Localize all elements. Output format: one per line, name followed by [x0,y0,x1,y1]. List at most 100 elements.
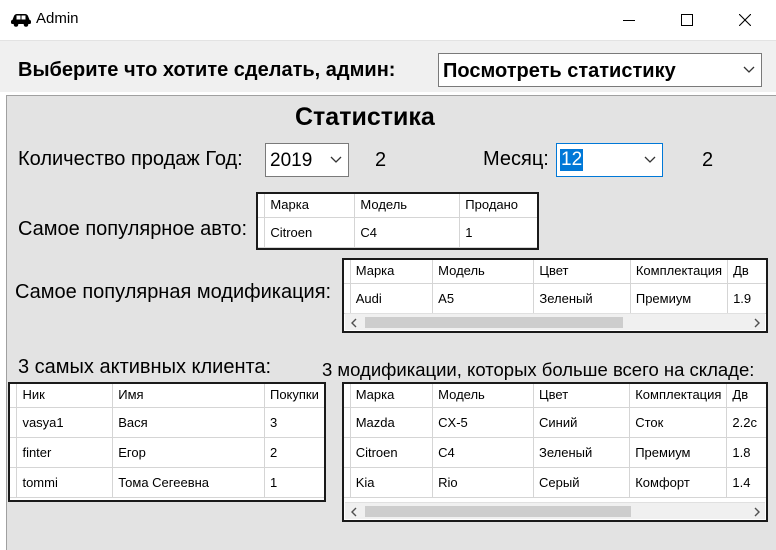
minimize-icon [623,20,635,21]
table-cell[interactable]: 2 [264,437,325,468]
month-dropdown[interactable]: 12 [556,143,663,177]
column-header[interactable]: Марка [350,259,434,284]
column-header[interactable]: Покупки [264,383,325,408]
column-header[interactable]: Продано [459,193,538,218]
table-cell[interactable]: Премиум [629,437,728,468]
chevron-down-icon [644,156,656,163]
row-header[interactable] [9,437,18,468]
table-cell[interactable]: A5 [432,283,535,314]
close-button[interactable] [716,0,774,40]
column-header[interactable]: Модель [432,383,535,408]
table-cell[interactable]: 2.2c [726,407,767,438]
table-row[interactable]: tommi Тома Сегеевна 1 [9,467,325,498]
table-cell[interactable]: Mazda [350,407,434,438]
table-cell[interactable]: finter [16,437,114,468]
table-cell[interactable]: Вася [112,407,265,438]
row-header[interactable] [9,467,18,498]
row-header[interactable] [343,467,351,498]
column-header[interactable]: Ник [16,383,114,408]
scroll-right-button[interactable] [748,314,765,331]
popular-mod-table: Марка Модель Цвет Комплектация Дв Audi A… [343,259,767,314]
row-header[interactable] [257,217,266,248]
table-cell[interactable]: tommi [16,467,114,498]
column-header[interactable]: Марка [264,193,356,218]
table-cell[interactable]: vasya1 [16,407,114,438]
column-header[interactable]: Комплектация [629,383,728,408]
table-cell[interactable]: Сток [629,407,728,438]
horizontal-scrollbar[interactable] [345,502,765,519]
year-dropdown[interactable]: 2019 [265,143,349,177]
table-cell[interactable]: 1.8 [726,437,767,468]
active-clients-label: 3 самых активных клиента: [18,356,272,378]
stock-mods-label: 3 модификации, которых больше всего на с… [322,359,755,380]
maximize-button[interactable] [658,0,716,40]
popular-car-label: Самое популярное авто: [18,218,248,240]
stock-mods-table: Марка Модель Цвет Комплектация Дв Mazda … [343,383,767,498]
active-clients-grid[interactable]: Ник Имя Покупки vasya1 Вася 3 finter Его… [8,382,326,502]
horizontal-scrollbar[interactable] [345,313,765,330]
scroll-thumb[interactable] [365,506,631,517]
row-header[interactable] [343,407,351,438]
column-header[interactable]: Марка [350,383,434,408]
column-header[interactable]: Цвет [533,259,631,284]
column-header[interactable]: Цвет [533,383,631,408]
column-header[interactable]: Дв [727,259,767,284]
table-cell[interactable]: 1 [264,467,325,498]
scroll-left-button[interactable] [345,503,362,520]
popular-mod-label: Самое популярная модификация: [15,281,332,303]
table-cell[interactable]: 1 [459,217,538,248]
table-cell[interactable]: CX-5 [432,407,535,438]
stock-mods-grid[interactable]: Марка Модель Цвет Комплектация Дв Mazda … [342,382,768,522]
row-header[interactable] [343,283,351,314]
table-row[interactable]: vasya1 Вася 3 [9,407,325,438]
table-cell[interactable]: Зеленый [533,283,631,314]
table-row[interactable]: Audi A5 Зеленый Премиум 1.9 [343,283,767,314]
table-row[interactable]: Citroen C4 Зеленый Премиум 1.8 [343,437,767,468]
table-cell[interactable]: Комфорт [629,467,728,498]
minimize-button[interactable] [600,0,658,40]
column-header[interactable]: Модель [354,193,461,218]
table-cell[interactable]: Серый [533,467,631,498]
active-clients-table: Ник Имя Покупки vasya1 Вася 3 finter Его… [9,383,325,498]
statistics-heading: Статистика [295,103,435,131]
column-header[interactable]: Комплектация [630,259,729,284]
table-header-row: Марка Модель Цвет Комплектация Дв [343,383,767,408]
table-cell[interactable]: Егор [112,437,265,468]
table-row[interactable]: Citroen C4 1 [257,217,538,248]
row-header-corner [343,383,351,408]
column-header[interactable]: Дв [726,383,767,408]
window-title: Admin [36,10,79,27]
action-dropdown-value: Посмотреть статистику [443,60,676,82]
table-cell[interactable]: Тома Сегеевна [112,467,265,498]
column-header[interactable]: Имя [112,383,265,408]
table-row[interactable]: Kia Rio Серый Комфорт 1.4 [343,467,767,498]
chevron-right-icon [754,318,760,327]
row-header[interactable] [343,437,351,468]
sales-year-label: Количество продаж Год: [18,148,243,170]
table-row[interactable]: finter Егор 2 [9,437,325,468]
chevron-left-icon [350,507,356,516]
table-cell[interactable]: Citroen [350,437,434,468]
table-cell[interactable]: Citroen [264,217,356,248]
close-icon [739,14,751,26]
table-cell[interactable]: Audi [350,283,434,314]
popular-car-grid[interactable]: Марка Модель Продано Citroen C4 1 [256,192,539,250]
table-row[interactable]: Mazda CX-5 Синий Сток 2.2c [343,407,767,438]
table-cell[interactable]: C4 [354,217,461,248]
action-dropdown[interactable]: Посмотреть статистику [438,53,762,87]
table-cell[interactable]: Rio [432,467,535,498]
table-cell[interactable]: C4 [432,437,535,468]
table-cell[interactable]: 1.9 [727,283,767,314]
table-cell[interactable]: Kia [350,467,434,498]
scroll-right-button[interactable] [748,503,765,520]
table-cell[interactable]: 3 [264,407,325,438]
table-cell[interactable]: Синий [533,407,631,438]
column-header[interactable]: Модель [432,259,535,284]
table-cell[interactable]: 1.4 [726,467,767,498]
scroll-thumb[interactable] [365,317,623,328]
row-header[interactable] [9,407,18,438]
popular-mod-grid[interactable]: Марка Модель Цвет Комплектация Дв Audi A… [342,258,768,333]
scroll-left-button[interactable] [345,314,362,331]
table-cell[interactable]: Премиум [630,283,729,314]
table-cell[interactable]: Зеленый [533,437,631,468]
